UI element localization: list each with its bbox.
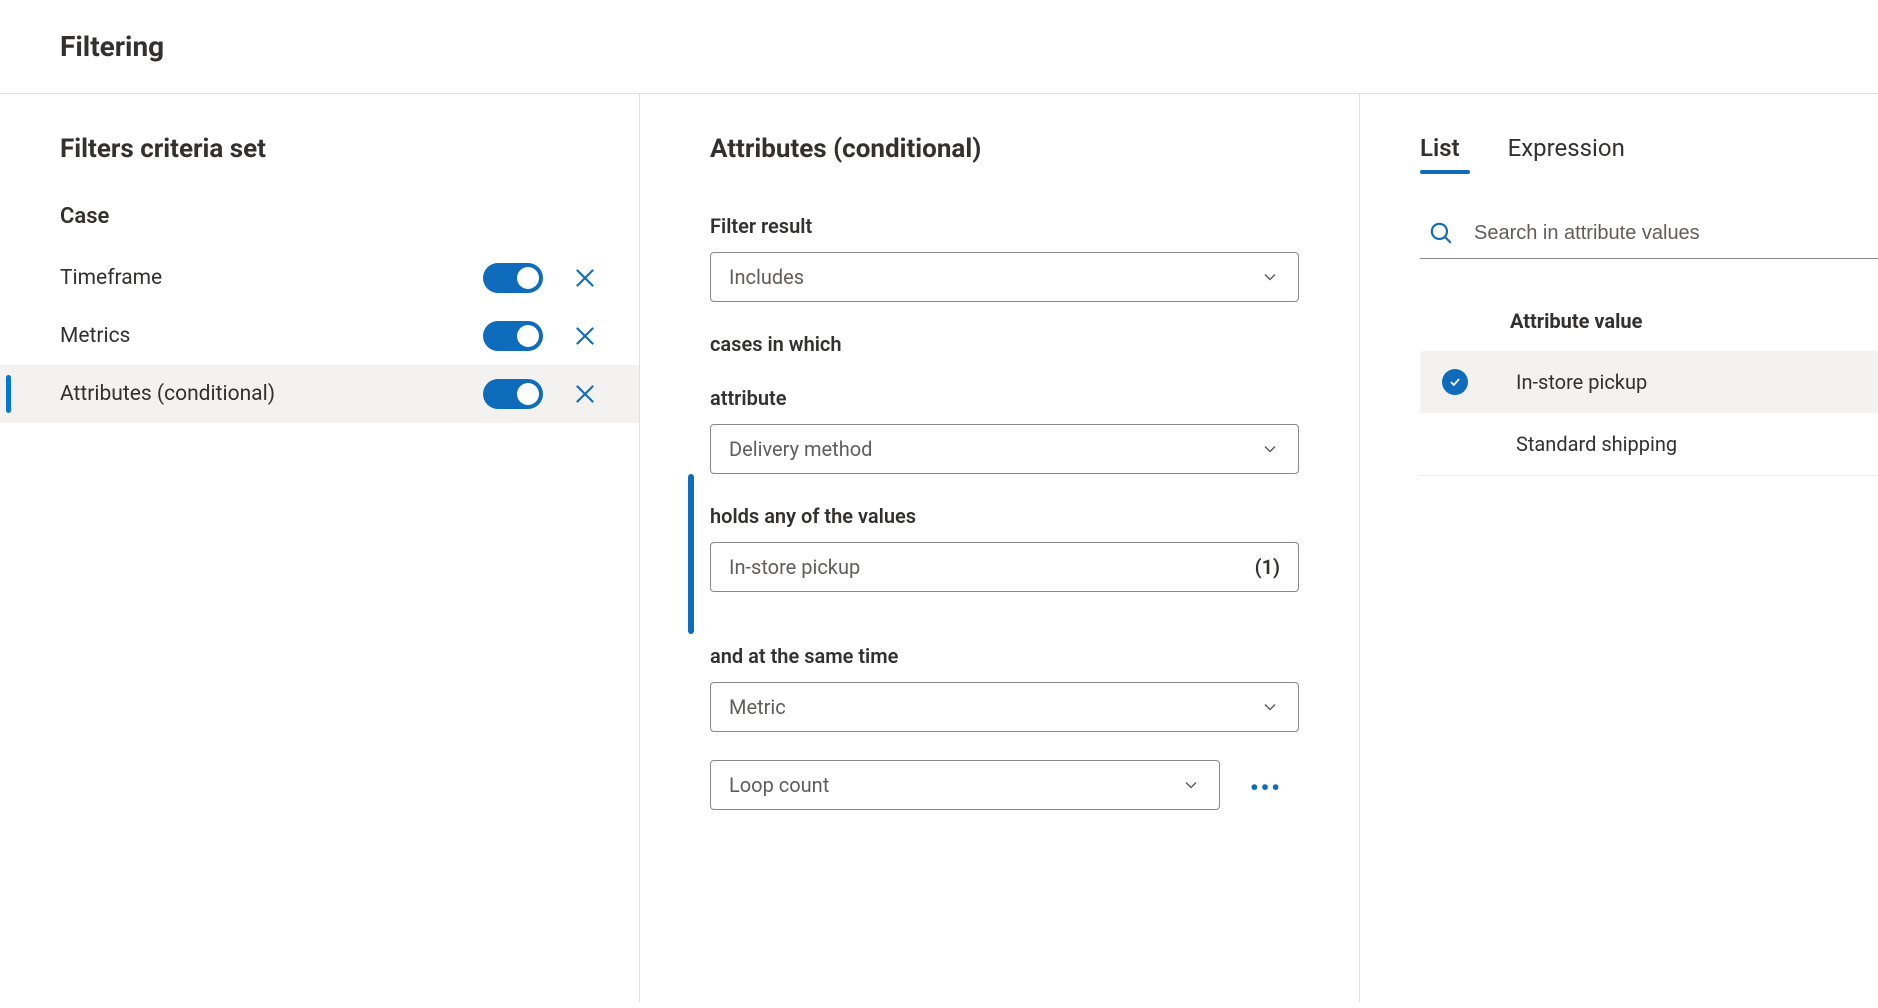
section-indicator [688, 474, 694, 634]
attribute-values-panel: List Expression Attribute value In-store… [1360, 94, 1878, 1002]
same-time-label: and at the same time [710, 644, 1299, 668]
filter-row-metrics[interactable]: Metrics [0, 307, 639, 365]
attribute-value-label: In-store pickup [1496, 370, 1647, 394]
detail-title: Attributes (conditional) [710, 134, 1299, 164]
holds-values-label: holds any of the values [710, 504, 1299, 528]
filter-toggle[interactable] [483, 263, 543, 293]
attribute-value: Delivery method [729, 437, 872, 461]
filter-result-value: Includes [729, 265, 804, 289]
tabs: List Expression [1420, 134, 1878, 172]
search-row [1420, 212, 1878, 259]
chevron-down-icon [1260, 439, 1280, 459]
filter-name-label: Metrics [60, 324, 130, 348]
filter-actions [483, 263, 599, 293]
holds-value-text: In-store pickup [729, 555, 860, 579]
search-icon [1428, 220, 1454, 246]
filter-result-select[interactable]: Includes [710, 252, 1299, 302]
attribute-value-row[interactable]: Standard shipping [1420, 413, 1878, 475]
attribute-value-row[interactable]: In-store pickup [1420, 351, 1878, 413]
filter-actions [483, 379, 599, 409]
attribute-select[interactable]: Delivery method [710, 424, 1299, 474]
filter-name-label: Timeframe [60, 266, 162, 290]
chevron-down-icon [1260, 697, 1280, 717]
more-icon[interactable]: ••• [1250, 774, 1282, 802]
filters-criteria-panel: Filters criteria set Case Timeframe Metr… [0, 94, 640, 1002]
filter-actions [483, 321, 599, 351]
cases-in-which-label: cases in which [710, 332, 1299, 356]
chevron-down-icon [1181, 775, 1201, 795]
tab-expression[interactable]: Expression [1508, 134, 1625, 172]
filter-group-label: Case [0, 204, 639, 249]
filter-row-attributes-conditional[interactable]: Attributes (conditional) [0, 365, 639, 423]
chevron-down-icon [1260, 267, 1280, 287]
close-icon[interactable] [571, 380, 599, 408]
filters-criteria-heading: Filters criteria set [0, 134, 639, 204]
check-icon [1442, 369, 1468, 395]
metric-detail-select[interactable]: Loop count [710, 760, 1220, 810]
holds-value-count: (1) [1255, 555, 1280, 579]
holds-values-input[interactable]: In-store pickup (1) [710, 542, 1299, 592]
filter-toggle[interactable] [483, 321, 543, 351]
close-icon[interactable] [571, 264, 599, 292]
attribute-label: attribute [710, 386, 1299, 410]
close-icon[interactable] [571, 322, 599, 350]
filter-row-timeframe[interactable]: Timeframe [0, 249, 639, 307]
search-input[interactable] [1474, 222, 1878, 245]
filter-result-label: Filter result [710, 214, 1299, 238]
filter-toggle[interactable] [483, 379, 543, 409]
page-title: Filtering [0, 0, 1878, 94]
filter-name-label: Attributes (conditional) [60, 382, 275, 406]
filter-detail-panel: Attributes (conditional) Filter result I… [640, 94, 1360, 1002]
same-time-select[interactable]: Metric [710, 682, 1299, 732]
main-layout: Filters criteria set Case Timeframe Metr… [0, 94, 1878, 1002]
attribute-value-label: Standard shipping [1496, 432, 1677, 456]
divider [1420, 475, 1878, 476]
same-time-value: Metric [729, 695, 786, 719]
tab-list[interactable]: List [1420, 134, 1460, 172]
metric-detail-value: Loop count [729, 773, 829, 797]
attribute-value-heading: Attribute value [1420, 309, 1878, 333]
